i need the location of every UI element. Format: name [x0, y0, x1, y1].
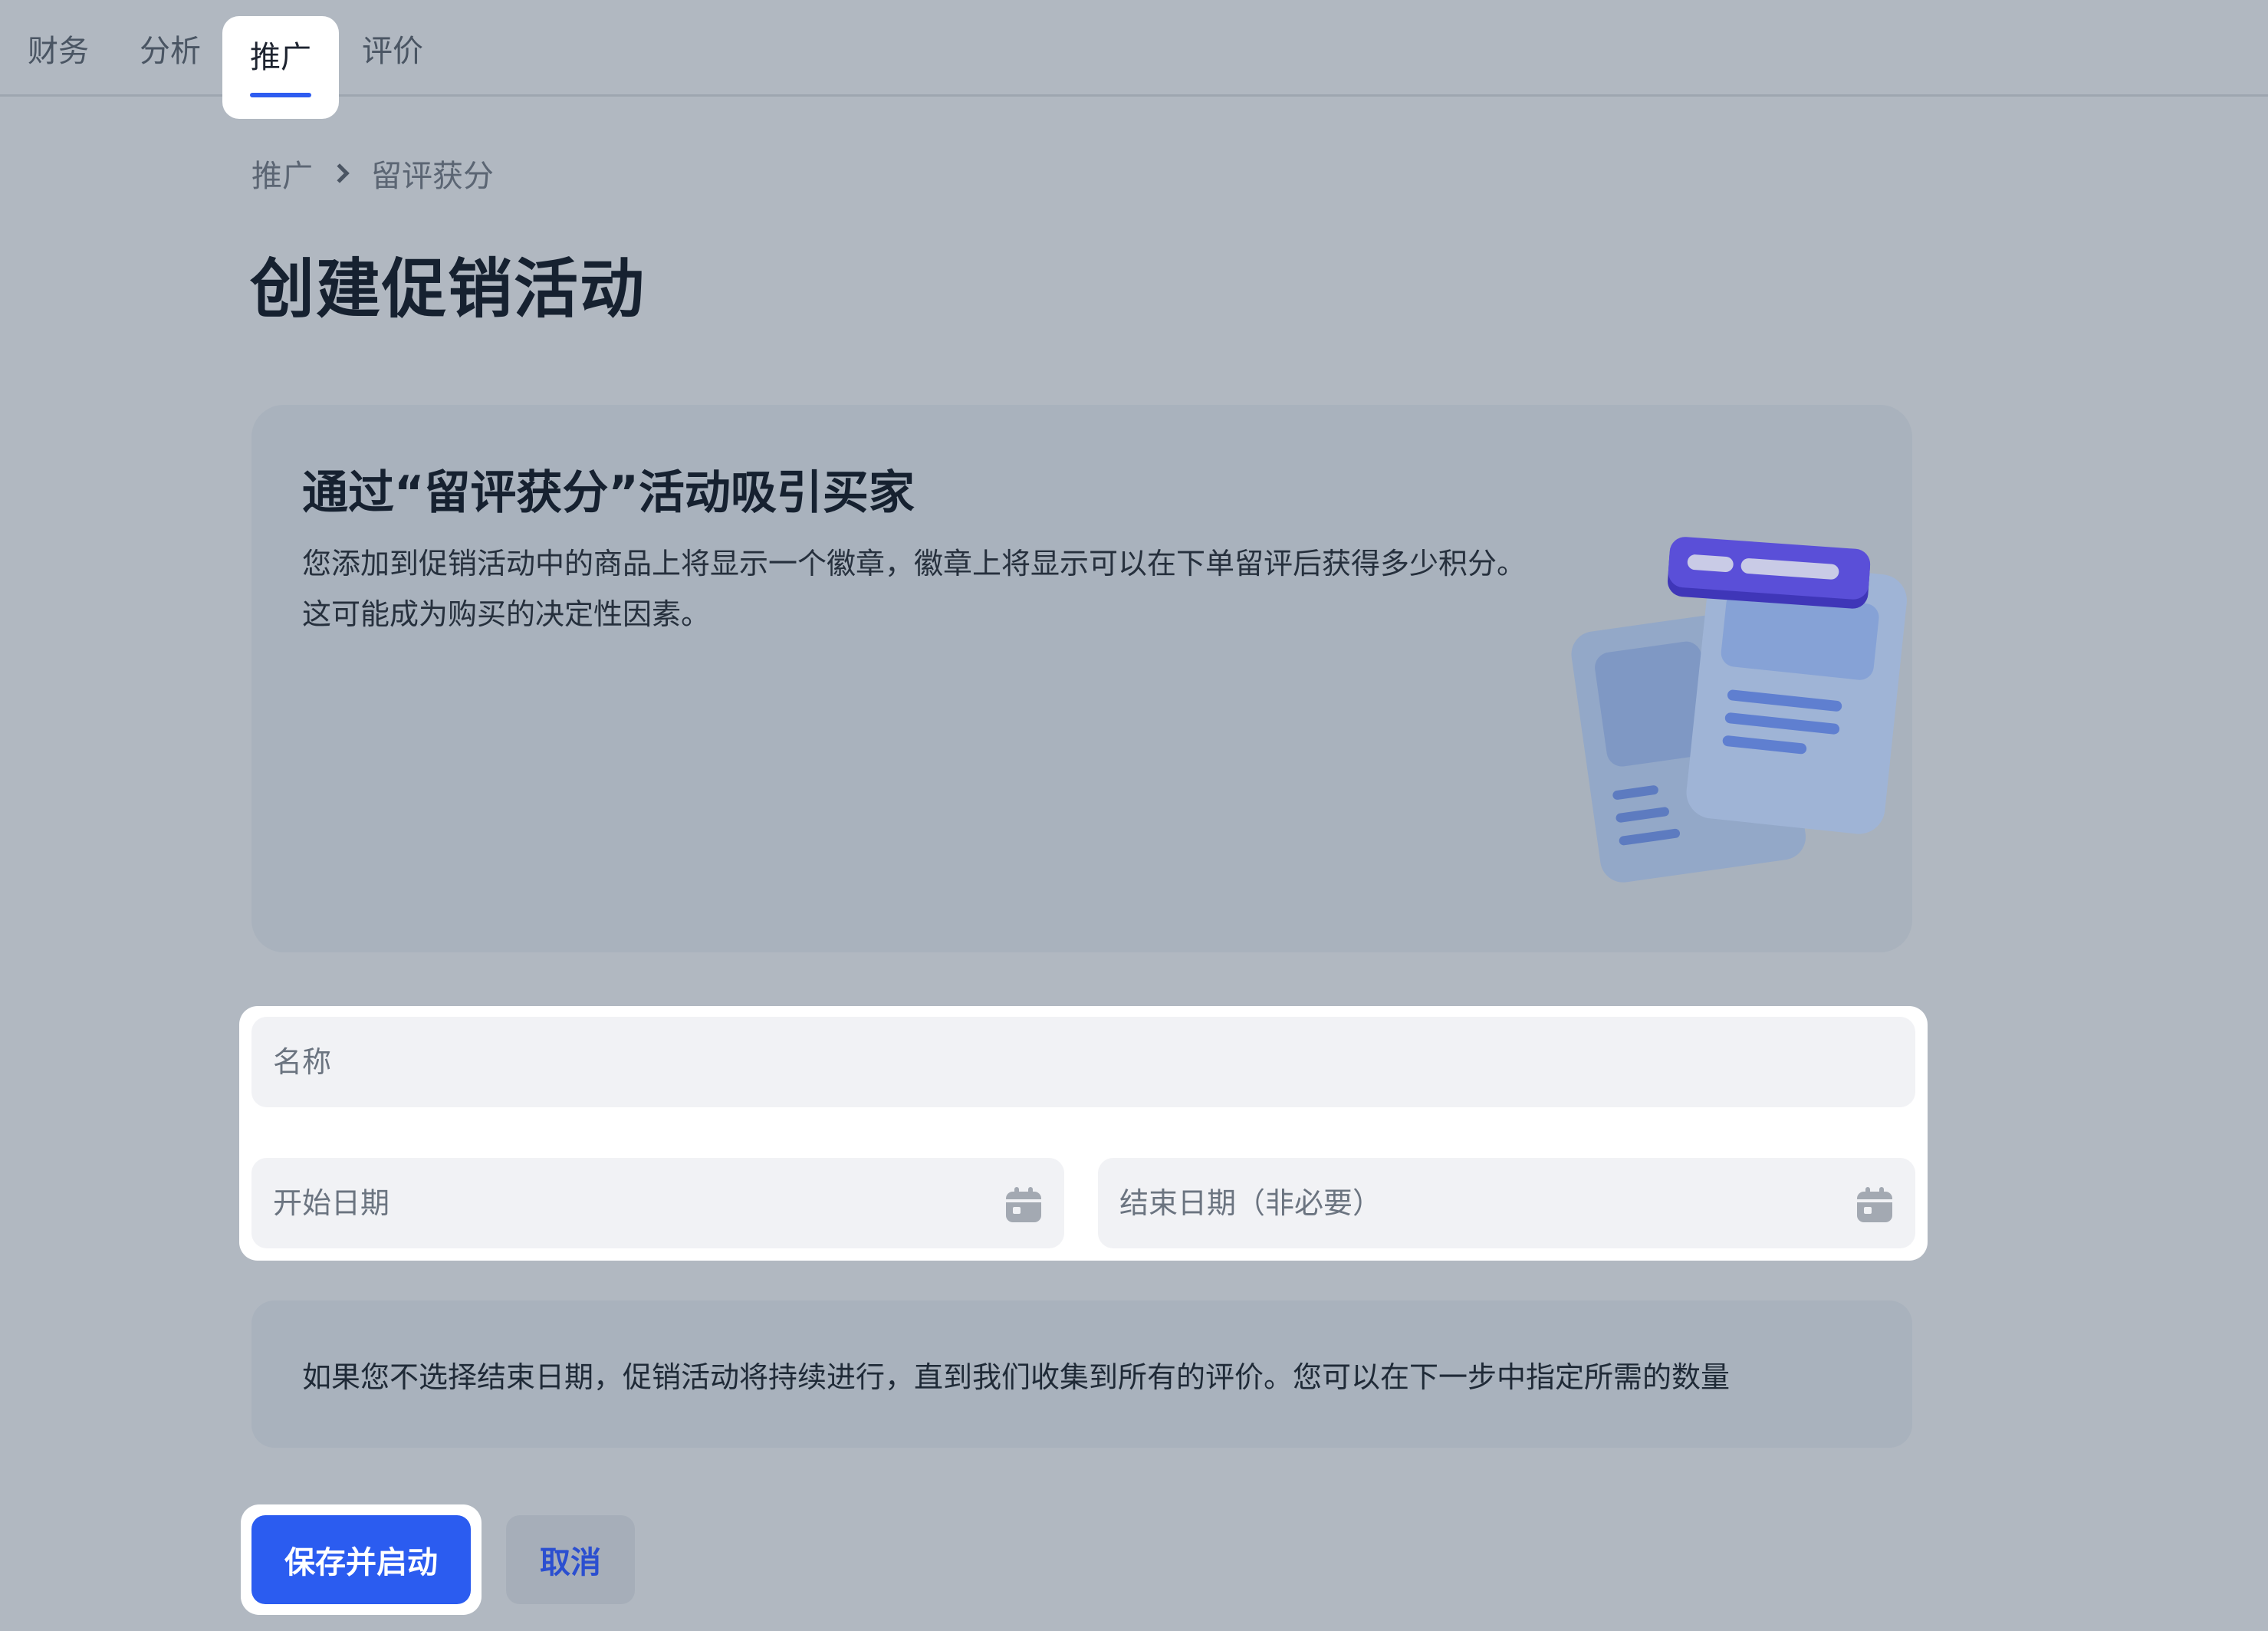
campaign-name-input[interactable] [273, 1017, 1852, 1107]
info-card-title: 通过“留评获分”活动吸引买家 [302, 466, 915, 520]
document-badge-illustration-icon [1571, 537, 1907, 883]
campaign-name-field[interactable] [251, 1017, 1915, 1107]
tab-label: 推广 [250, 40, 311, 75]
tab-reviews[interactable]: 评价 [347, 0, 439, 97]
breadcrumb: 推广 留评获分 [251, 150, 494, 196]
cancel-button[interactable]: 取消 [506, 1515, 635, 1604]
chevron-right-icon [330, 163, 350, 183]
info-card: 通过“留评获分”活动吸引买家 您添加到促销活动中的商品上将显示一个徽章，徽章上将… [251, 405, 1912, 952]
save-and-launch-button[interactable]: 保存并启动 [251, 1515, 471, 1604]
end-date-input[interactable] [1119, 1158, 1852, 1248]
breadcrumb-current: 留评获分 [371, 159, 494, 194]
calendar-icon[interactable] [1855, 1185, 1894, 1224]
start-date-input[interactable] [273, 1158, 1001, 1248]
top-tab-bar: 财务 分析 推广 评价 [0, 0, 2268, 119]
info-card-description: 您添加到促销活动中的商品上将显示一个徽章，徽章上将显示可以在下单留评后获得多少积… [302, 547, 1527, 631]
page-title: 创建促销活动 [250, 252, 646, 327]
save-button-focus-ring: 保存并启动 [241, 1504, 482, 1615]
tab-label: 分析 [140, 34, 201, 69]
active-tab-indicator [250, 93, 311, 97]
tab-label: 财务 [28, 34, 89, 69]
tab-analytics[interactable]: 分析 [124, 0, 216, 97]
campaign-form [239, 1006, 1928, 1261]
tab-label: 评价 [362, 34, 423, 69]
end-date-note: 如果您不选择结束日期，促销活动将持续进行，直到我们收集到所有的评价。您可以在下一… [251, 1301, 1912, 1448]
start-date-field[interactable] [251, 1158, 1064, 1248]
calendar-icon[interactable] [1004, 1185, 1043, 1224]
tab-finance[interactable]: 财务 [12, 0, 104, 97]
tab-promotion[interactable]: 推广 [222, 16, 339, 119]
end-date-field[interactable] [1098, 1158, 1915, 1248]
breadcrumb-parent-link[interactable]: 推广 [251, 151, 313, 196]
end-date-note-text: 如果您不选择结束日期，促销活动将持续进行，直到我们收集到所有的评价。您可以在下一… [302, 1360, 1731, 1394]
